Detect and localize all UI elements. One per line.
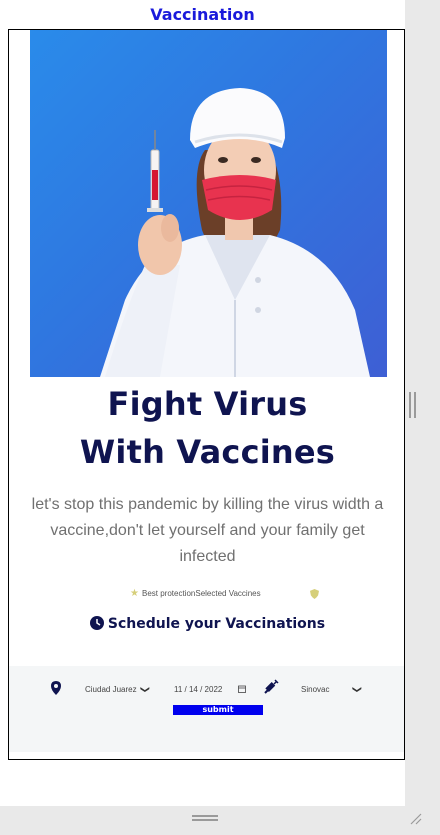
nurse-illustration	[100, 88, 370, 377]
vaccine-select-value: Sinovac	[301, 685, 330, 694]
location-pin-icon	[51, 681, 61, 695]
vaccination-form: Ciudad Juarez ❯ 11 / 14 / 2022 Sinovac ❯…	[9, 666, 404, 752]
page-title: Vaccination	[150, 5, 255, 24]
chevron-down-icon: ❯	[139, 685, 150, 694]
schedule-heading: Schedule your Vaccinations	[9, 616, 404, 632]
shield-icon	[310, 589, 319, 599]
headline-line-2: With Vaccines	[79, 433, 336, 471]
tagline: let's stop this pandemic by killing the …	[31, 496, 384, 565]
clock-icon	[89, 616, 104, 630]
location-select-value: Ciudad Juarez	[85, 685, 137, 694]
location-select[interactable]: Ciudad Juarez ❯	[85, 683, 150, 696]
chevron-down-icon: ❯	[352, 685, 363, 694]
features-row: ★ Best protectionSelected Vaccines	[9, 588, 404, 602]
syringe-icon	[264, 679, 279, 694]
date-input-value: 11 / 14 / 2022	[174, 684, 223, 694]
features-text: Best protectionSelected Vaccines	[142, 589, 261, 598]
headline-line-1: Fight Virus	[107, 385, 308, 423]
hero-nurse-image	[30, 30, 387, 377]
bottom-resize-grip[interactable]	[192, 815, 218, 821]
schedule-title: Schedule your Vaccinations	[107, 616, 326, 632]
main-frame: Fight Virus With Vaccines let's stop thi…	[8, 29, 405, 760]
scrollbar-grip[interactable]	[409, 392, 417, 418]
date-input[interactable]: 11 / 14 / 2022	[174, 683, 246, 695]
horizontal-resize-bar[interactable]	[0, 806, 405, 835]
vaccine-select[interactable]: Sinovac ❯	[301, 683, 363, 696]
star-icon: ★	[130, 588, 139, 599]
vertical-scrollbar[interactable]	[405, 0, 440, 835]
resize-corner-icon[interactable]	[407, 810, 423, 826]
calendar-icon[interactable]	[238, 685, 246, 693]
submit-button[interactable]: submit	[173, 705, 263, 715]
